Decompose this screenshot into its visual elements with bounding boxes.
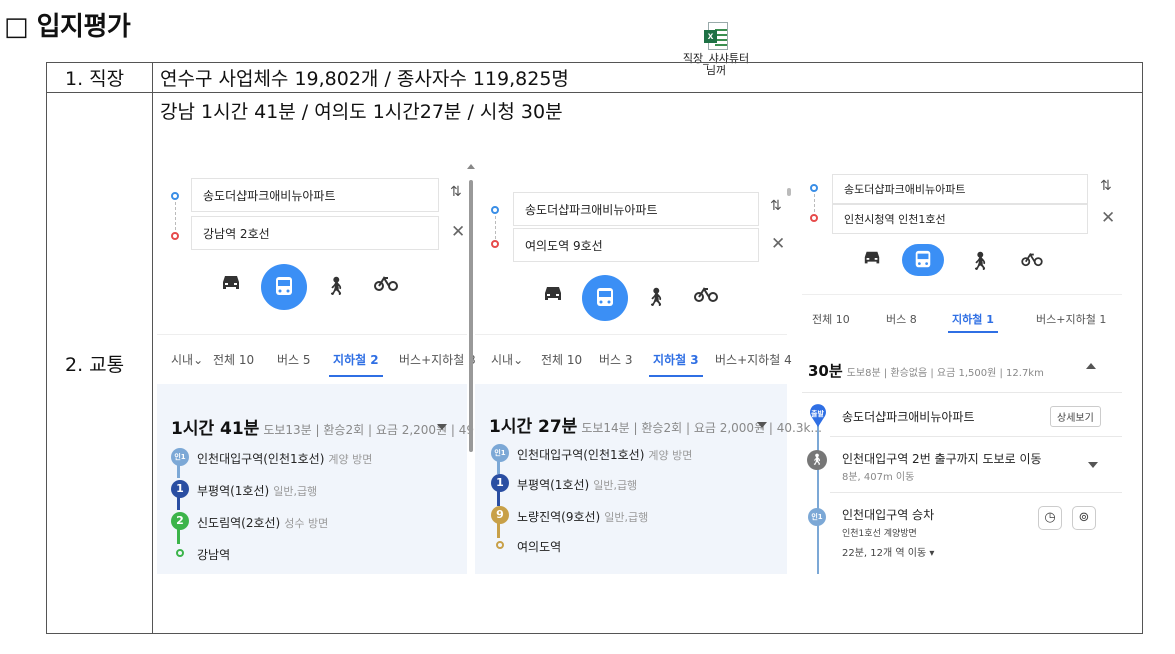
route-summary: 1시간 27분 도보14분 | 환승2회 | 요금 2,000원 | 40.3k.… bbox=[489, 417, 822, 437]
arrival-ring-icon bbox=[176, 549, 184, 557]
tab-all[interactable]: 전체 10 bbox=[213, 351, 254, 368]
incheon-line1-badge-icon: 인1 bbox=[491, 444, 509, 462]
route-type-tabs: 시내⌄ 전체 10 버스 3 지하철 3 버스+지하철 4 bbox=[475, 334, 792, 384]
origin-input[interactable]: 송도더샵파크애비뉴아파트 bbox=[191, 178, 439, 212]
list-item: 2 신도림역(2호선) 성수 방면 bbox=[171, 512, 328, 531]
list-item: 여의도역 bbox=[496, 538, 561, 555]
bicycle-icon[interactable] bbox=[372, 273, 400, 301]
tab-all[interactable]: 전체 10 bbox=[541, 351, 582, 368]
close-icon[interactable]: ✕ bbox=[1101, 208, 1115, 228]
swap-icon[interactable]: ⇅ bbox=[770, 198, 782, 214]
scrollbar[interactable] bbox=[469, 180, 473, 452]
start-location: 송도더샵파크애비뉴아파트 bbox=[842, 410, 975, 424]
route-type-tabs: 전체 10 버스 8 지하철 1 버스+지하철 1 bbox=[802, 294, 1122, 338]
destination-dot-icon bbox=[810, 214, 818, 222]
origin-dot-icon bbox=[810, 184, 818, 192]
section-heading: □ 입지평가 bbox=[4, 12, 131, 42]
destination-dot-icon bbox=[171, 232, 179, 240]
route-result[interactable]: 1시간 27분 도보14분 | 환승2회 | 요금 2,000원 | 40.3k.… bbox=[475, 384, 822, 574]
tab-bus[interactable]: 버스 3 bbox=[599, 351, 633, 368]
tab-city[interactable]: 시내⌄ bbox=[171, 351, 203, 368]
row-content-traffic: 강남 1시간 41분 / 여의도 1시간27분 / 시청 30분 bbox=[160, 101, 563, 123]
collapse-caret-icon[interactable] bbox=[1086, 363, 1096, 369]
arrival-ring-icon bbox=[496, 541, 504, 549]
clock-icon[interactable]: ◷ bbox=[1038, 506, 1062, 530]
board-step-sub: 22분, 12개 역 이동 ▾ bbox=[842, 548, 935, 559]
list-item: 1 부평역(1호선) 일반,급행 bbox=[491, 474, 637, 493]
tab-city[interactable]: 시내⌄ bbox=[491, 351, 523, 368]
scrollbar[interactable] bbox=[787, 188, 791, 196]
tab-bus[interactable]: 버스 5 bbox=[277, 351, 311, 368]
walk-icon[interactable]: 🚶︎ bbox=[322, 273, 350, 301]
walk-icon[interactable]: 🚶︎ bbox=[642, 284, 670, 312]
bus-icon[interactable] bbox=[582, 275, 628, 321]
line9-badge-icon: 9 bbox=[491, 506, 509, 524]
destination-input[interactable]: 강남역 2호선 bbox=[191, 216, 439, 250]
swap-icon[interactable]: ⇅ bbox=[450, 184, 462, 200]
expand-caret-icon[interactable] bbox=[1088, 462, 1098, 468]
expand-caret-icon[interactable] bbox=[437, 424, 447, 430]
route-panel-cityhall: 송도더샵파크애비뉴아파트 인천시청역 인천1호선 ⇅ ✕ 🚶︎ 전체 10 버스… bbox=[802, 170, 1122, 574]
board-step: 인천대입구역 승차 bbox=[842, 508, 935, 522]
origin-dot-icon bbox=[491, 206, 499, 214]
list-item: 9 노량진역(9호선) 일반,급행 bbox=[491, 506, 648, 525]
route-summary: 1시간 41분 도보13분 | 환승2회 | 요금 2,200원 | 49.3k.… bbox=[171, 419, 504, 439]
route-panel-yeouido: 송도더샵파크애비뉴아파트 여의도역 9호선 ⇅ ✕ 🚶︎ 시내⌄ 전체 10 버… bbox=[475, 178, 822, 574]
bus-icon[interactable] bbox=[261, 264, 307, 310]
row-label-traffic: 2. 교통 bbox=[46, 92, 153, 634]
origin-dot-icon bbox=[171, 192, 179, 200]
route-type-tabs: 시내⌄ 전체 10 버스 5 지하철 2 버스+지하철 3 bbox=[157, 334, 476, 384]
list-item: 1 부평역(1호선) 일반,급행 bbox=[171, 480, 317, 499]
list-item: 강남역 bbox=[176, 546, 230, 563]
origin-input[interactable]: 송도더샵파크애비뉴아파트 bbox=[832, 174, 1088, 204]
start-pin-icon: 출발 bbox=[808, 404, 828, 428]
walk-step-sub: 8분, 407m 이동 bbox=[842, 472, 915, 483]
car-icon[interactable] bbox=[539, 284, 567, 312]
bus-icon[interactable] bbox=[902, 244, 944, 276]
expand-caret-icon[interactable] bbox=[757, 422, 767, 428]
detail-view-button[interactable]: 상세보기 bbox=[1050, 406, 1101, 427]
line2-badge-icon: 2 bbox=[171, 512, 189, 530]
scroll-up-icon[interactable] bbox=[467, 164, 475, 169]
route-result[interactable]: 1시간 41분 도보13분 | 환승2회 | 요금 2,200원 | 49.3k.… bbox=[157, 384, 504, 574]
route-summary: 30분 도보8분 | 환승없음 | 요금 1,500원 | 12.7km bbox=[808, 362, 1044, 380]
walk-step: 인천대입구역 2번 출구까지 도보로 이동 bbox=[842, 452, 1042, 466]
destination-input[interactable]: 여의도역 9호선 bbox=[513, 228, 759, 262]
destination-dot-icon bbox=[491, 240, 499, 248]
close-icon[interactable]: ✕ bbox=[771, 234, 785, 254]
swap-icon[interactable]: ⇅ bbox=[1100, 178, 1112, 194]
table-row: 1. 직장 연수구 사업체수 19,802개 / 종사자수 119,825명 bbox=[46, 62, 1143, 93]
tab-all[interactable]: 전체 10 bbox=[812, 311, 850, 327]
row-label-work: 1. 직장 bbox=[46, 62, 153, 93]
tab-bus-subway[interactable]: 버스+지하철 4 bbox=[715, 351, 792, 368]
car-icon[interactable] bbox=[858, 248, 886, 276]
tab-subway[interactable]: 지하철 1 bbox=[948, 311, 998, 333]
tab-bus-subway[interactable]: 버스+지하철 1 bbox=[1036, 311, 1106, 327]
close-icon[interactable]: ✕ bbox=[451, 222, 465, 242]
tab-subway[interactable]: 지하철 2 bbox=[329, 351, 383, 377]
origin-input[interactable]: 송도더샵파크애비뉴아파트 bbox=[513, 192, 759, 226]
excel-file-icon: x bbox=[704, 22, 728, 50]
line1-badge-icon: 1 bbox=[171, 480, 189, 498]
bicycle-icon[interactable] bbox=[1018, 248, 1046, 276]
location-pin-icon[interactable]: ⊚ bbox=[1072, 506, 1096, 530]
tab-bus[interactable]: 버스 8 bbox=[886, 311, 917, 327]
destination-input[interactable]: 인천시청역 인천1호선 bbox=[832, 204, 1088, 234]
line1-badge-icon: 1 bbox=[491, 474, 509, 492]
car-icon[interactable] bbox=[217, 273, 245, 301]
bicycle-icon[interactable] bbox=[692, 284, 720, 312]
incheon-line1-badge-icon: 인1 bbox=[808, 508, 826, 526]
walk-step-icon: 🚶︎ bbox=[807, 450, 827, 470]
tab-bus-subway[interactable]: 버스+지하철 3 bbox=[399, 351, 476, 368]
route-panel-gangnam: 송도더샵파크애비뉴아파트 강남역 2호선 ⇅ ✕ 🚶︎ 시내⌄ 전체 10 버스… bbox=[157, 162, 504, 574]
board-direction: 인천1호선 계양방면 bbox=[842, 529, 917, 539]
list-item: 인1 인천대입구역(인천1호선) 계양 방면 bbox=[171, 448, 372, 467]
walk-icon[interactable]: 🚶︎ bbox=[966, 248, 994, 276]
list-item: 인1 인천대입구역(인천1호선) 계양 방면 bbox=[491, 444, 692, 463]
row-content-work: 연수구 사업체수 19,802개 / 종사자수 119,825명 bbox=[152, 62, 1143, 93]
incheon-line1-badge-icon: 인1 bbox=[171, 448, 189, 466]
tab-subway[interactable]: 지하철 3 bbox=[649, 351, 703, 377]
